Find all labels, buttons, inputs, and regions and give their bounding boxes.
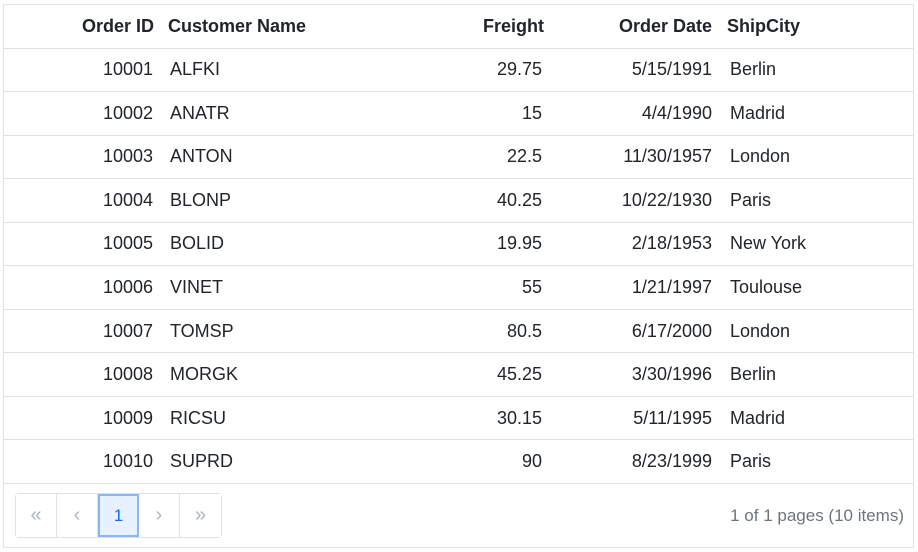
first-page-button[interactable]: « xyxy=(16,494,57,537)
cell-freight: 40.25 xyxy=(496,189,542,210)
cell-customer-name: MORGK xyxy=(170,364,239,385)
cell-order-date: 5/15/1991 xyxy=(631,59,712,80)
cell-order-id: 10010 xyxy=(102,451,153,472)
next-page-button[interactable]: › xyxy=(139,494,180,537)
cell-customer-name: ANATR xyxy=(170,102,230,123)
cell-order-id: 10009 xyxy=(102,407,153,428)
cell-freight: 19.95 xyxy=(496,233,542,254)
pager: « ‹ 1 › » 1 of 1 pages (10 items) xyxy=(4,484,913,548)
cell-freight: 22.5 xyxy=(506,146,542,167)
cell-ship-city: New York xyxy=(730,233,807,254)
pager-buttons: « ‹ 1 › » xyxy=(15,493,222,538)
cell-freight: 55 xyxy=(521,277,542,298)
cell-order-date: 10/22/1930 xyxy=(621,189,712,210)
cell-customer-name: SUPRD xyxy=(170,451,234,472)
cell-freight: 45.25 xyxy=(496,364,542,385)
table-row[interactable]: 10005 BOLID 19.95 2/18/1953 New York xyxy=(4,223,913,267)
table-row[interactable]: 10001 ALFKI 29.75 5/15/1991 Berlin xyxy=(4,49,913,93)
cell-freight: 90 xyxy=(521,451,542,472)
table-row[interactable]: 10006 VINET 55 1/21/1997 Toulouse xyxy=(4,266,913,310)
table-row[interactable]: 10008 MORGK 45.25 3/30/1996 Berlin xyxy=(4,353,913,397)
cell-customer-name: ANTON xyxy=(170,146,233,167)
cell-customer-name: BOLID xyxy=(170,233,225,254)
cell-order-date: 6/17/2000 xyxy=(631,320,712,341)
cell-order-date: 11/30/1957 xyxy=(623,146,712,167)
previous-page-button[interactable]: ‹ xyxy=(57,494,98,537)
table-row[interactable]: 10004 BLONP 40.25 10/22/1930 Paris xyxy=(4,179,913,223)
cell-customer-name: RICSU xyxy=(170,407,227,428)
table-row[interactable]: 10010 SUPRD 90 8/23/1999 Paris xyxy=(4,440,913,485)
cell-ship-city: Berlin xyxy=(730,59,777,80)
cell-order-id: 10005 xyxy=(102,233,153,254)
pager-info: 1 of 1 pages (10 items) xyxy=(730,505,904,525)
cell-freight: 80.5 xyxy=(506,320,542,341)
cell-order-id: 10001 xyxy=(102,59,153,80)
table-row[interactable]: 10002 ANATR 15 4/4/1990 Madrid xyxy=(4,92,913,136)
page-number-button[interactable]: 1 xyxy=(98,494,139,537)
cell-customer-name: BLONP xyxy=(170,189,232,210)
cell-order-date: 8/23/1999 xyxy=(631,451,712,472)
cell-freight: 15 xyxy=(521,102,542,123)
column-header-order-date[interactable]: Order Date xyxy=(4,5,712,48)
cell-ship-city: Madrid xyxy=(730,407,786,428)
cell-order-date: 2/18/1953 xyxy=(631,233,712,254)
cell-order-id: 10002 xyxy=(102,102,153,123)
cell-order-id: 10008 xyxy=(102,364,153,385)
cell-ship-city: Madrid xyxy=(730,102,786,123)
last-page-button[interactable]: » xyxy=(180,494,221,537)
cell-order-id: 10007 xyxy=(102,320,153,341)
table-row[interactable]: 10007 TOMSP 80.5 6/17/2000 London xyxy=(4,310,913,354)
cell-ship-city: London xyxy=(730,146,791,167)
column-header-ship-city[interactable]: ShipCity xyxy=(727,5,907,48)
cell-freight: 30.15 xyxy=(496,407,542,428)
cell-customer-name: VINET xyxy=(170,277,224,298)
cell-order-id: 10003 xyxy=(102,146,153,167)
cell-ship-city: Paris xyxy=(730,451,772,472)
cell-order-date: 5/11/1995 xyxy=(633,407,712,428)
cell-order-id: 10006 xyxy=(102,277,153,298)
cell-customer-name: TOMSP xyxy=(170,320,234,341)
cell-order-date: 3/30/1996 xyxy=(631,364,712,385)
cell-order-date: 4/4/1990 xyxy=(641,102,712,123)
cell-ship-city: Toulouse xyxy=(730,277,803,298)
grid-header: Order ID Customer Name Freight Order Dat… xyxy=(4,5,913,49)
table-row[interactable]: 10003 ANTON 22.5 11/30/1957 London xyxy=(4,136,913,180)
cell-order-date: 1/21/1997 xyxy=(631,277,712,298)
data-grid: Order ID Customer Name Freight Order Dat… xyxy=(3,4,914,548)
cell-freight: 29.75 xyxy=(496,59,542,80)
cell-order-id: 10004 xyxy=(102,189,153,210)
table-row[interactable]: 10009 RICSU 30.15 5/11/1995 Madrid xyxy=(4,397,913,441)
cell-customer-name: ALFKI xyxy=(170,59,221,80)
cell-ship-city: Paris xyxy=(730,189,772,210)
cell-ship-city: London xyxy=(730,320,791,341)
cell-ship-city: Berlin xyxy=(730,364,777,385)
